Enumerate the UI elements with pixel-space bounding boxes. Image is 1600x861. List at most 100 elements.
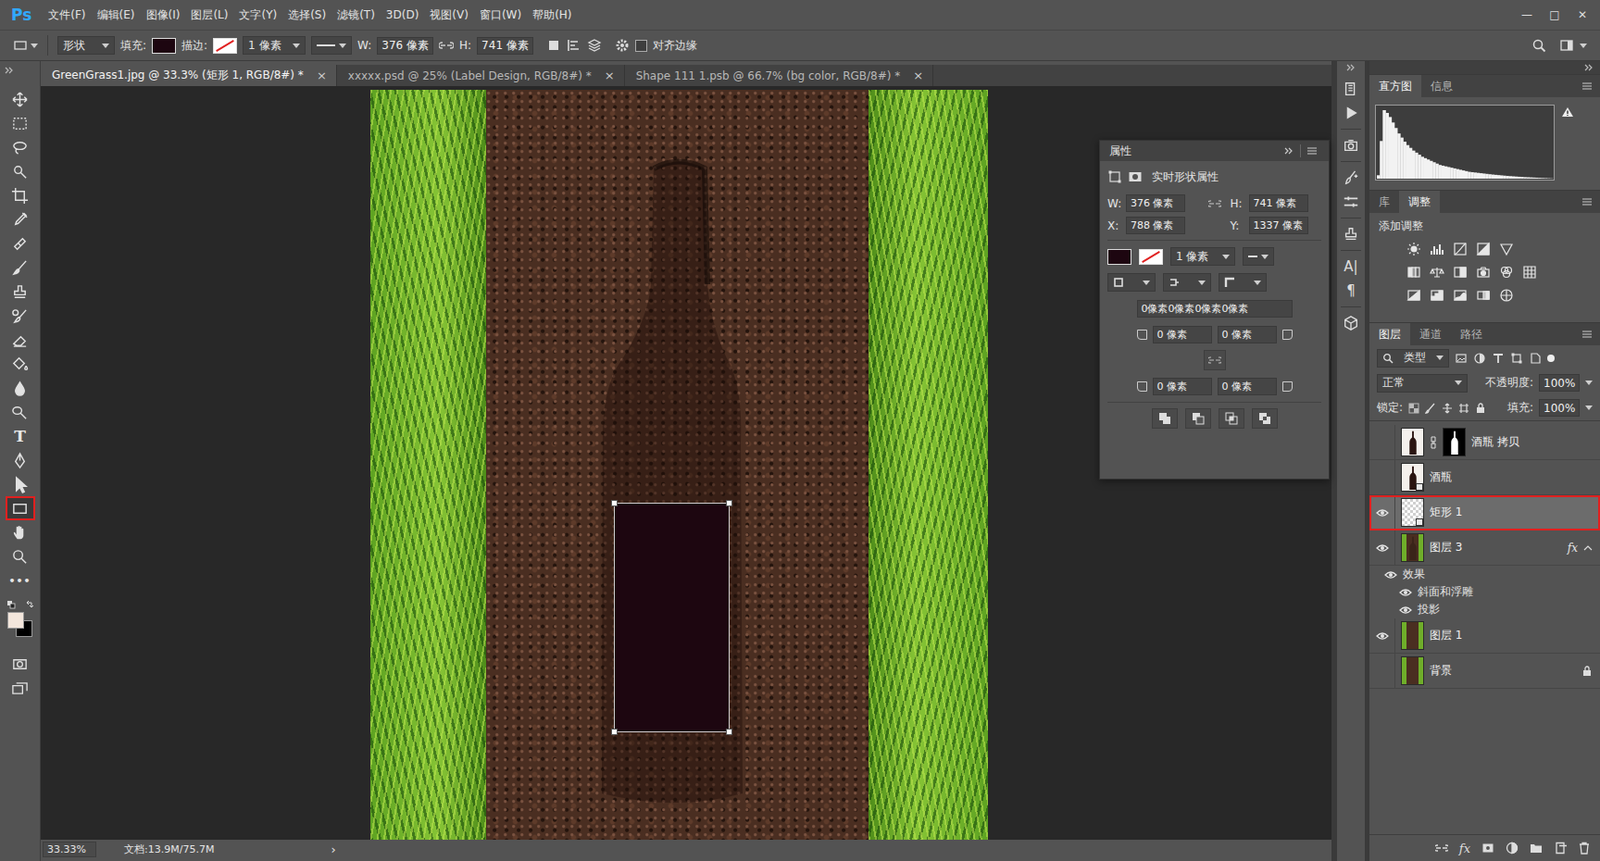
path-operation-button[interactable] — [1218, 408, 1245, 429]
close-tab-button[interactable]: × — [604, 68, 615, 83]
height-field[interactable]: 741 像素 — [476, 37, 534, 55]
foreground-color[interactable] — [7, 612, 25, 629]
window-control[interactable]: □ — [1540, 8, 1569, 22]
channel-mixer-icon[interactable] — [1499, 264, 1514, 280]
menu-item[interactable]: 视图(V) — [424, 7, 475, 24]
tool-button[interactable] — [5, 400, 36, 425]
lock-transparent-icon[interactable] — [1408, 402, 1420, 414]
lock-pixels-icon[interactable] — [1425, 402, 1437, 414]
align-edges-checkbox[interactable] — [635, 39, 648, 52]
visibility-toggle[interactable] — [1369, 653, 1396, 688]
adjustment-icon[interactable] — [1505, 841, 1519, 855]
app-logo[interactable]: Ps — [3, 5, 43, 25]
selective-color-icon[interactable] — [1499, 287, 1514, 303]
type-filter-icon[interactable] — [1491, 351, 1505, 365]
layer-filter-dropdown[interactable]: 类型 — [1376, 349, 1450, 368]
panel-tab[interactable]: 通道 — [1410, 323, 1451, 346]
corner-checkbox[interactable] — [1282, 329, 1293, 340]
window-control[interactable]: — — [1512, 8, 1541, 22]
mask-properties-icon[interactable] — [1127, 169, 1143, 185]
lock-all-icon[interactable] — [1475, 402, 1487, 414]
search-icon[interactable] — [1531, 37, 1547, 53]
swap-colors-icon[interactable] — [25, 600, 35, 610]
dock-button[interactable] — [1338, 189, 1363, 214]
visibility-toggle[interactable] — [1369, 425, 1396, 460]
close-tab-button[interactable]: × — [912, 68, 924, 83]
lock-artboard-icon[interactable] — [1458, 402, 1470, 414]
menu-item[interactable]: 图像(I) — [140, 7, 187, 24]
tool-button[interactable] — [5, 111, 36, 136]
threshold-icon[interactable] — [1452, 287, 1468, 303]
resize-handle[interactable] — [611, 728, 618, 736]
corner-checkbox[interactable] — [1137, 381, 1148, 392]
dock-button[interactable] — [1338, 100, 1363, 125]
tool-button[interactable]: T — [5, 424, 36, 449]
dock-button[interactable]: A| — [1338, 254, 1363, 279]
default-colors-icon[interactable] — [6, 600, 16, 610]
path-alignment-icon[interactable] — [566, 37, 582, 53]
visibility-toggle[interactable] — [1369, 460, 1396, 495]
stroke-swatch[interactable] — [1138, 249, 1163, 265]
tool-button[interactable] — [5, 255, 36, 280]
resize-handle[interactable] — [725, 728, 733, 736]
path-operation-button[interactable] — [1251, 408, 1278, 429]
exposure-icon[interactable] — [1475, 241, 1491, 257]
tool-button[interactable] — [5, 279, 36, 304]
dock-button[interactable] — [1338, 222, 1363, 247]
visibility-toggle[interactable] — [1369, 530, 1396, 565]
fill-field[interactable]: 100% — [1538, 399, 1580, 417]
layer-row[interactable]: 图层 3fx — [1369, 530, 1600, 566]
corner-radius-field[interactable]: 0 像素 — [1152, 325, 1213, 344]
collapse-icon[interactable] — [1583, 63, 1595, 72]
effects-row[interactable]: 效果 — [1369, 565, 1600, 584]
tool-button[interactable] — [5, 183, 36, 208]
stroke-corners-dropdown[interactable] — [1218, 273, 1267, 292]
menu-item[interactable]: 窗口(W) — [474, 7, 527, 24]
tool-button[interactable] — [5, 231, 36, 256]
width-field[interactable]: 376 像素 — [376, 37, 434, 55]
tool-button[interactable] — [5, 520, 36, 545]
gradient-map-icon[interactable] — [1475, 287, 1491, 303]
menu-item[interactable]: 图层(L) — [185, 7, 234, 24]
black-white-icon[interactable] — [1452, 264, 1468, 280]
path-arrangement-icon[interactable] — [587, 37, 602, 53]
blend-mode-dropdown[interactable]: 正常 — [1376, 374, 1468, 393]
corner-radius-all-field[interactable]: 0像素0像素0像素0像素 — [1137, 300, 1293, 318]
visibility-toggle[interactable] — [1369, 495, 1396, 530]
link-icon[interactable] — [1208, 197, 1222, 211]
resize-handle[interactable] — [725, 500, 733, 507]
eye-icon[interactable] — [1384, 570, 1398, 580]
collapse-icon[interactable] — [3, 66, 15, 75]
corner-checkbox[interactable] — [1137, 329, 1148, 340]
rectangle-shape[interactable] — [613, 502, 730, 733]
panel-tab[interactable]: 库 — [1369, 190, 1400, 213]
stroke-width-dropdown[interactable]: 1 像素 — [242, 36, 306, 55]
corner-checkbox[interactable] — [1282, 381, 1293, 392]
layer-mask-thumbnail[interactable] — [1442, 427, 1466, 457]
stroke-align-dropdown[interactable] — [1107, 273, 1156, 292]
menu-item[interactable]: 帮助(H) — [526, 7, 577, 24]
field-input[interactable]: 788 像素 — [1125, 216, 1186, 235]
stroke-swatch[interactable] — [212, 37, 238, 54]
levels-icon[interactable] — [1429, 241, 1445, 257]
panel-tab[interactable]: 直方图 — [1369, 75, 1422, 98]
panel-tab[interactable]: 调整 — [1399, 190, 1440, 213]
window-control[interactable]: ✕ — [1568, 8, 1597, 22]
collapse-icon[interactable] — [1283, 147, 1295, 155]
dock-button[interactable] — [1338, 76, 1363, 101]
shape-properties-icon[interactable] — [1107, 169, 1123, 185]
stroke-style-dropdown[interactable] — [1242, 247, 1275, 266]
pixel-filter-icon[interactable] — [1454, 351, 1468, 365]
new-icon[interactable] — [1553, 841, 1567, 855]
smart-object-filter-icon[interactable] — [1528, 351, 1542, 365]
menu-item[interactable]: 3D(D) — [380, 8, 425, 22]
path-operation-button[interactable] — [1151, 408, 1178, 429]
stroke-style-dropdown[interactable] — [311, 36, 352, 55]
gear-icon[interactable] — [614, 37, 630, 53]
corner-radius-field[interactable]: 0 像素 — [1217, 377, 1277, 396]
tool-button[interactable] — [5, 87, 36, 112]
corner-radius-field[interactable]: 0 像素 — [1152, 377, 1213, 396]
dock-button[interactable] — [1338, 165, 1363, 190]
mask-icon[interactable] — [1481, 841, 1495, 855]
menu-item[interactable]: 文字(Y) — [233, 7, 283, 24]
